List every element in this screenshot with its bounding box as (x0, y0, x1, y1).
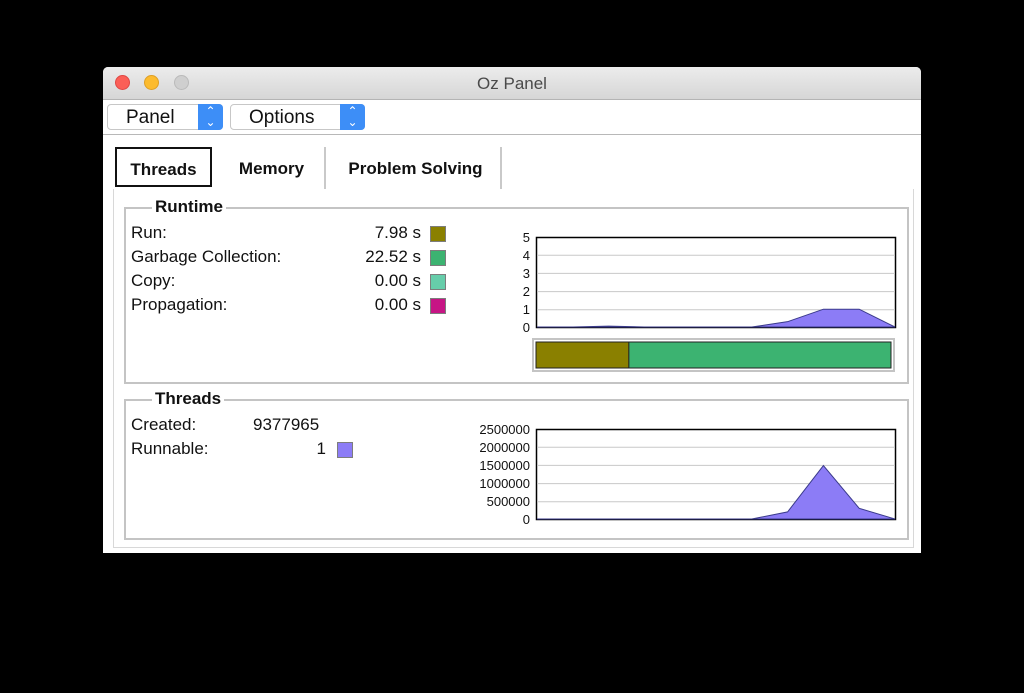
runtime-ytick: 4 (522, 248, 530, 263)
options-popup-label: Options (249, 107, 315, 128)
window-title: Oz Panel (477, 74, 547, 93)
runtime-bar-frame (532, 338, 895, 372)
threads-title: Threads (152, 389, 225, 409)
threads-ytick: 500000 (486, 494, 530, 509)
options-popup[interactable]: Options ⌃ ⌄ (230, 104, 365, 130)
tab-memory[interactable]: Memory (219, 147, 326, 189)
copy-label: Copy: (131, 271, 176, 290)
runtime-ytick: 1 (522, 302, 530, 317)
runnable-label: Runnable: (131, 439, 209, 458)
copy-value: 0.00 s (374, 271, 421, 290)
propagation-label: Propagation: (131, 295, 228, 314)
created-label: Created: (131, 415, 197, 434)
runtime-group: Runtime Run: 7.98 s Garbage Collection: … (124, 197, 909, 384)
menu-bar: Panel ⌃ ⌄ Options ⌃ ⌄ (103, 100, 921, 135)
oz-panel-window: Oz Panel Panel ⌃ ⌄ Options ⌃ ⌄ Threads Mem… (103, 67, 921, 553)
runtime-ytick: 3 (522, 266, 530, 281)
threads-ytick: 2000000 (479, 440, 530, 455)
runnable-color-swatch (337, 442, 353, 458)
tab-content: Runtime Run: 7.98 s Garbage Collection: … (113, 189, 914, 548)
gc-label: Garbage Collection: (131, 247, 282, 266)
runtime-bar-segment (628, 341, 892, 369)
runtime-ytick: 2 (522, 284, 530, 299)
runtime-ytick: 0 (522, 320, 530, 335)
title-bar[interactable]: Oz Panel (103, 67, 921, 100)
tab-problem-solving[interactable]: Problem Solving (331, 147, 502, 189)
threads-ytick: 1500000 (479, 458, 530, 473)
runtime-chart (535, 236, 897, 329)
created-value: 9377965 (253, 415, 320, 434)
threads-ytick: 0 (522, 512, 530, 527)
popup-arrows-icon: ⌃ ⌄ (198, 104, 223, 130)
threads-chart (535, 428, 897, 521)
runtime-proportion-bar (535, 341, 892, 369)
tab-threads[interactable]: Threads (115, 147, 212, 187)
run-value: 7.98 s (374, 223, 421, 242)
gc-value: 22.52 s (365, 247, 421, 266)
runnable-value: 1 (316, 439, 326, 458)
popup-arrows-icon: ⌃ ⌄ (340, 104, 365, 130)
panel-popup[interactable]: Panel ⌃ ⌄ (107, 104, 223, 130)
threads-ytick: 1000000 (479, 476, 530, 491)
threads-ytick: 2500000 (479, 422, 530, 437)
runtime-ytick: 5 (522, 230, 530, 245)
runtime-bar-segment (535, 341, 630, 369)
propagation-value: 0.00 s (374, 295, 421, 314)
run-label: Run: (131, 223, 167, 242)
panel-popup-label: Panel (126, 107, 175, 128)
runtime-title: Runtime (152, 197, 226, 217)
threads-group: Threads Created: 9377965 Runnable: 1 250… (124, 389, 909, 540)
